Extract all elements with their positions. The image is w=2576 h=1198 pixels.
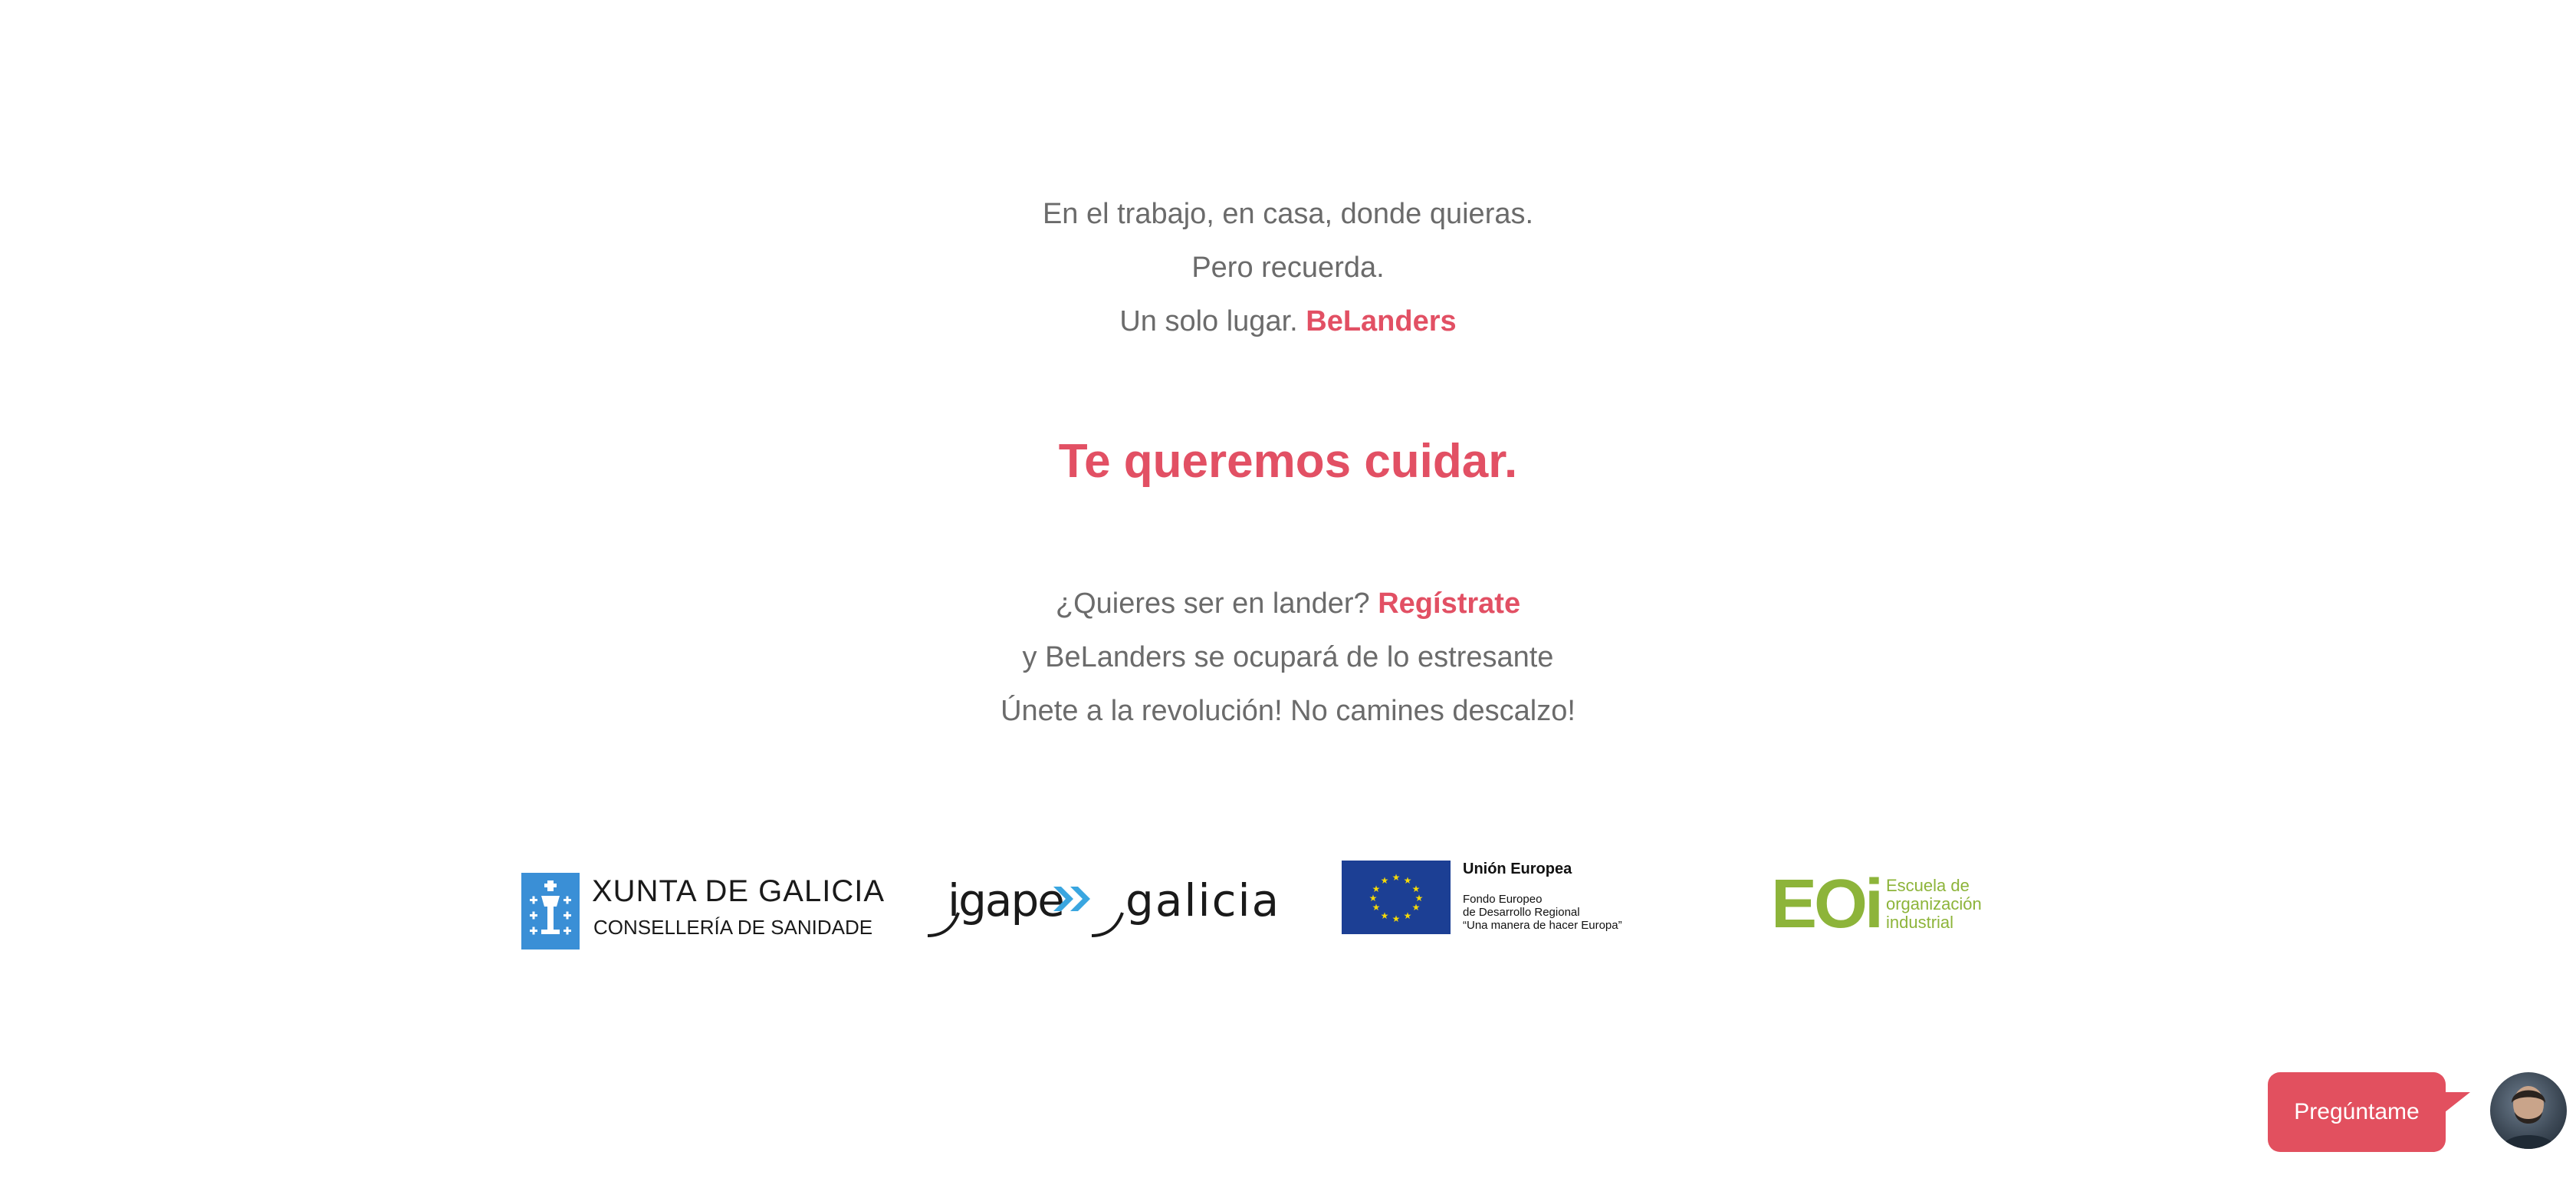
svg-text:★: ★ — [1392, 913, 1401, 924]
igape-galicia-logo: igape galicia — [925, 862, 1279, 946]
chat-bubble-tail — [2441, 1092, 2470, 1115]
svg-text:★: ★ — [1381, 875, 1389, 886]
svg-text:★: ★ — [1404, 910, 1412, 921]
join-line-1-prefix: ¿Quieres ser en lander? — [1055, 587, 1378, 620]
join-line-1: ¿Quieres ser en lander? Regístrate — [0, 577, 2576, 630]
xunta-emblem-icon — [521, 873, 580, 950]
eu-line-2: de Desarrollo Regional — [1463, 906, 1580, 919]
intro-line-2: Pero recuerda. — [1191, 252, 1385, 284]
intro-text: En el trabajo, en casa, donde quieras. P… — [0, 187, 2576, 348]
intro-line-3: Un solo lugar. BeLanders — [0, 295, 2576, 348]
xunta-title: XUNTA DE GALICIA — [592, 874, 886, 908]
eu-line-1: Fondo Europeo — [1463, 893, 1543, 906]
eoi-line-2: organización — [1886, 894, 1982, 913]
eoi-logo: EOi Escuela de organización industrial — [1771, 866, 2001, 943]
chat-avatar[interactable] — [2490, 1072, 2567, 1149]
svg-text:★: ★ — [1372, 902, 1381, 913]
eu-title: Unión Europea — [1463, 861, 1572, 877]
igape-word: igape — [948, 874, 1065, 926]
eu-flag-icon: ★ ★ ★ ★ ★ ★ ★ ★ ★ ★ ★ ★ — [1342, 861, 1451, 934]
svg-text:★: ★ — [1392, 872, 1401, 883]
person-icon — [2501, 1086, 2556, 1149]
eu-logo: ★ ★ ★ ★ ★ ★ ★ ★ ★ ★ ★ ★ Unión Europea Fo… — [1342, 861, 1679, 937]
eoi-mark: EOi — [1771, 866, 1884, 943]
svg-text:★: ★ — [1404, 875, 1412, 886]
svg-text:★: ★ — [1415, 893, 1424, 903]
intro-line-1: En el trabajo, en casa, donde quieras. — [1042, 198, 1534, 230]
galicia-word: galicia — [1125, 874, 1281, 926]
intro-line-3-prefix: Un solo lugar. — [1119, 305, 1306, 337]
eoi-line-1: Escuela de — [1886, 876, 1970, 895]
svg-text:★: ★ — [1412, 884, 1421, 894]
svg-text:★: ★ — [1381, 910, 1389, 921]
register-link[interactable]: Regístrate — [1378, 587, 1520, 620]
eu-line-3: “Una manera de hacer Europa” — [1463, 919, 1622, 932]
page: En el trabajo, en casa, donde quieras. P… — [0, 0, 2576, 1198]
join-line-2: y BeLanders se ocupará de lo estresante — [1022, 641, 1554, 673]
join-line-3: Únete a la revolución! No camines descal… — [1001, 695, 1576, 727]
svg-text:★: ★ — [1372, 884, 1381, 894]
eoi-line-3: industrial — [1886, 913, 1954, 932]
svg-text:★: ★ — [1369, 893, 1378, 903]
double-chevron-icon — [1052, 884, 1095, 918]
join-text: ¿Quieres ser en lander? Regístrate y BeL… — [0, 577, 2576, 738]
xunta-logo: XUNTA DE GALICIA CONSELLERÍA DE SANIDADE — [521, 873, 884, 950]
brand-name: BeLanders — [1306, 305, 1457, 337]
svg-text:★: ★ — [1412, 902, 1421, 913]
chat-ask-button[interactable]: Pregúntame — [2268, 1072, 2446, 1152]
headline: Te queremos cuidar. — [1058, 435, 1518, 488]
xunta-subtitle: CONSELLERÍA DE SANIDADE — [593, 916, 873, 939]
